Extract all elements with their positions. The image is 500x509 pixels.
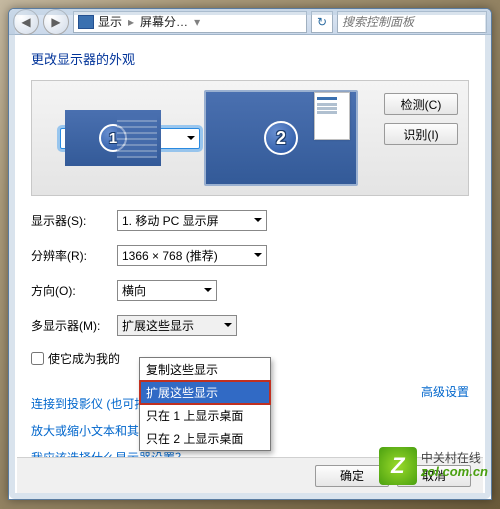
nav-back-button[interactable]: ◀ xyxy=(13,9,39,35)
main-display-label: 使它成为我的 xyxy=(48,350,120,367)
keyboard-icon xyxy=(117,116,157,158)
breadcrumb-text: 屏幕分… xyxy=(140,13,188,30)
orientation-select[interactable]: 横向 xyxy=(117,280,217,301)
dropdown-option[interactable]: 只在 2 上显示桌面 xyxy=(140,427,270,450)
dropdown-option-selected[interactable]: 扩展这些显示 xyxy=(140,381,270,404)
dropdown-option[interactable]: 复制这些显示 xyxy=(140,358,270,381)
titlebar: ◀ ▶ 显示 ▸ 屏幕分… ▾ ↻ xyxy=(9,9,491,35)
identify-button[interactable]: 识别(I) xyxy=(384,123,458,145)
resolution-label: 分辨率(R): xyxy=(31,247,111,264)
breadcrumb-text: 显示 xyxy=(98,13,122,30)
document-icon xyxy=(314,92,350,140)
zol-logo-icon: Z xyxy=(379,447,417,485)
nav-forward-button[interactable]: ▶ xyxy=(43,9,69,35)
page-title: 更改显示器的外观 xyxy=(31,49,469,68)
breadcrumb-dropdown[interactable]: ▾ xyxy=(192,15,202,29)
detect-button[interactable]: 检测(C) xyxy=(384,93,458,115)
resolution-select[interactable]: 1366 × 768 (推荐) xyxy=(117,245,267,266)
watermark-en: zol.com.cn xyxy=(421,465,488,479)
monitor-number: 2 xyxy=(264,121,298,155)
breadcrumb-sep: ▸ xyxy=(126,15,136,29)
multi-display-label: 多显示器(M): xyxy=(31,317,111,334)
control-panel-icon xyxy=(78,15,94,29)
main-display-checkbox[interactable] xyxy=(31,352,44,365)
monitor-1[interactable]: 1 xyxy=(60,128,200,149)
refresh-button[interactable]: ↻ xyxy=(311,11,333,33)
search-input[interactable] xyxy=(337,11,487,33)
display-select[interactable]: 1. 移动 PC 显示屏 xyxy=(117,210,267,231)
multi-display-select[interactable]: 扩展这些显示 xyxy=(117,315,237,336)
watermark: Z 中关村在线 zol.com.cn xyxy=(379,447,488,485)
address-bar[interactable]: 显示 ▸ 屏幕分… ▾ xyxy=(73,11,307,33)
multi-display-dropdown: 复制这些显示 扩展这些显示 只在 1 上显示桌面 只在 2 上显示桌面 xyxy=(139,357,271,451)
advanced-settings-link[interactable]: 高级设置 xyxy=(421,383,469,400)
monitor-2[interactable]: 2 xyxy=(204,90,358,186)
dropdown-option[interactable]: 只在 1 上显示桌面 xyxy=(140,404,270,427)
monitor-preview-area[interactable]: 1 2 检测(C) 识别(I) xyxy=(31,80,469,196)
display-label: 显示器(S): xyxy=(31,212,111,229)
control-panel-window: ◀ ▶ 显示 ▸ 屏幕分… ▾ ↻ 更改显示器的外观 1 2 xyxy=(8,8,492,500)
orientation-label: 方向(O): xyxy=(31,282,111,299)
